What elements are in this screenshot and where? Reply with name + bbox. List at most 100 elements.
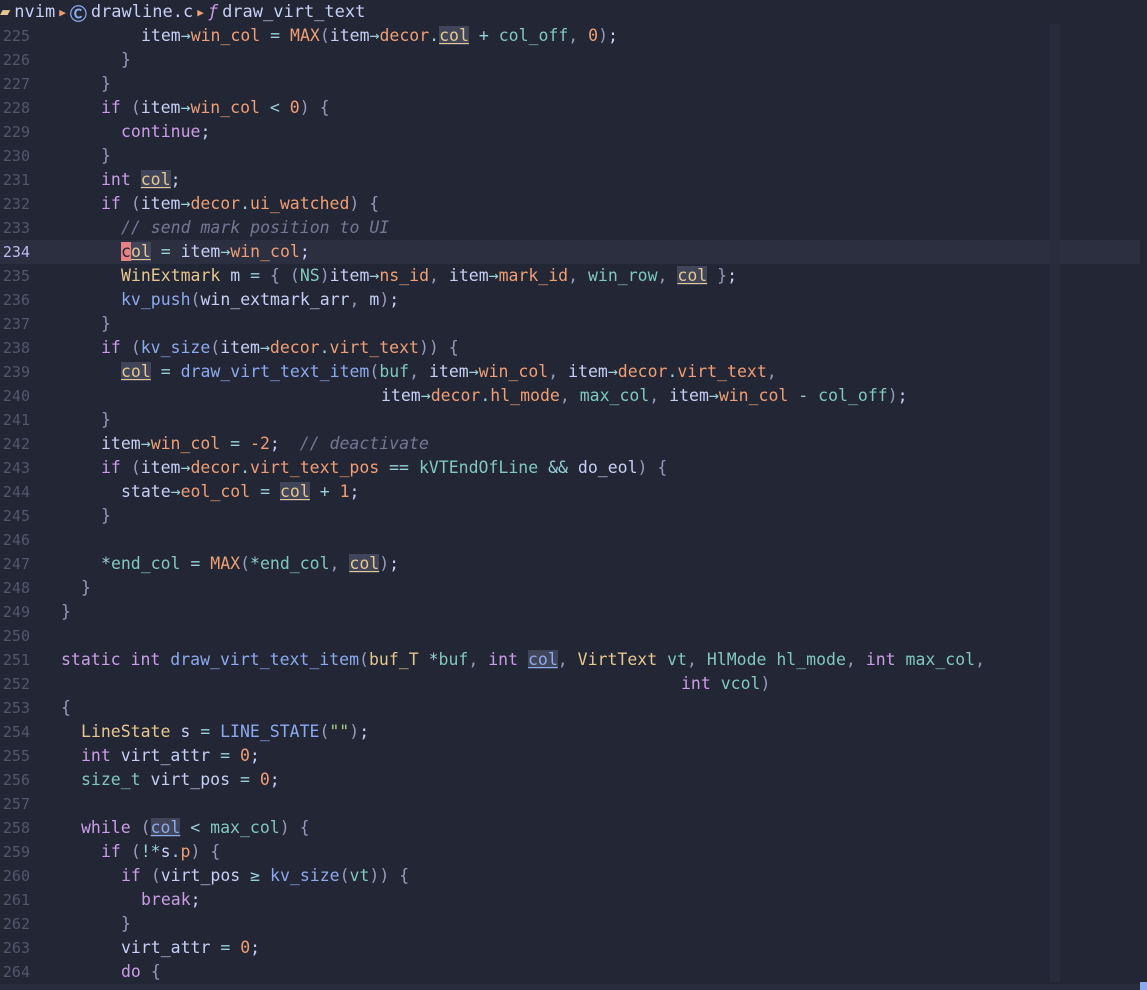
- code-text[interactable]: static int draw_virt_text_item(buf_T *bu…: [61, 648, 985, 672]
- code-line[interactable]: 234 col = item→win_col;: [0, 240, 1140, 264]
- code-text[interactable]: col = draw_virt_text_item(buf, item→win_…: [121, 360, 777, 384]
- code-line[interactable]: 263 virt_attr = 0;: [0, 936, 1140, 960]
- code-line[interactable]: 260 if (virt_pos ≥ kv_size(vt)) {: [0, 864, 1140, 888]
- code-text[interactable]: while (col < max_col) {: [81, 816, 310, 840]
- scrollbar-track[interactable]: [1050, 24, 1060, 982]
- code-token: ;: [269, 770, 280, 789]
- breadcrumb-function[interactable]: draw_virt_text: [222, 2, 365, 22]
- code-text[interactable]: item→win_col = MAX(item→decor.col + col_…: [141, 24, 618, 48]
- code-text[interactable]: *end_col = MAX(*end_col, col);: [101, 552, 399, 576]
- code-token: win_col: [190, 26, 261, 45]
- code-line[interactable]: 238 if (kv_size(item→decor.virt_text)) {: [0, 336, 1140, 360]
- code-token: int: [130, 650, 161, 669]
- code-line[interactable]: 225 item→win_col = MAX(item→decor.col + c…: [0, 24, 1140, 48]
- code-line[interactable]: 229 continue;: [0, 120, 1140, 144]
- code-line[interactable]: 232 if (item→decor.ui_watched) {: [0, 192, 1140, 216]
- code-line[interactable]: 237}: [0, 312, 1140, 336]
- code-token: ;: [269, 434, 280, 453]
- code-text[interactable]: }: [81, 576, 91, 600]
- code-line[interactable]: 239 col = draw_virt_text_item(buf, item→w…: [0, 360, 1140, 384]
- code-text[interactable]: if (item→decor.ui_watched) {: [101, 192, 379, 216]
- code-line[interactable]: 249}: [0, 600, 1140, 624]
- code-text[interactable]: int col;: [101, 168, 181, 192]
- code-token: →: [607, 362, 618, 381]
- code-line[interactable]: 253 {: [0, 696, 1140, 720]
- code-line[interactable]: 230}: [0, 144, 1140, 168]
- code-text[interactable]: // send mark position to UI: [121, 216, 389, 240]
- breadcrumb-project[interactable]: nvim: [14, 2, 55, 22]
- scrollbar-thumb[interactable]: [1140, 982, 1147, 990]
- code-line[interactable]: 256 size_t virt_pos = 0;: [0, 768, 1140, 792]
- code-line[interactable]: 244 state→eol_col = col + 1;: [0, 480, 1140, 504]
- code-line[interactable]: 259 if (!*s.p) {: [0, 840, 1140, 864]
- code-text[interactable]: int vcol): [681, 672, 770, 696]
- code-text[interactable]: col = item→win_col;: [121, 240, 310, 264]
- code-text[interactable]: }: [101, 144, 111, 168]
- code-text[interactable]: if (virt_pos ≥ kv_size(vt)) {: [121, 864, 409, 888]
- code-line[interactable]: 233 // send mark position to UI: [0, 216, 1140, 240]
- code-text[interactable]: virt_attr = 0;: [121, 936, 260, 960]
- code-line[interactable]: 250: [0, 624, 1140, 648]
- code-text[interactable]: }: [121, 48, 131, 72]
- code-token: 0: [239, 746, 250, 765]
- code-text[interactable]: }: [101, 408, 111, 432]
- code-line[interactable]: 262}: [0, 912, 1140, 936]
- code-text[interactable]: }: [101, 312, 111, 336]
- code-line[interactable]: 258 while (col < max_col) {: [0, 816, 1140, 840]
- code-text[interactable]: WinExtmark m = { (NS)item→ns_id, item→ma…: [121, 264, 737, 288]
- code-line[interactable]: 227}: [0, 72, 1140, 96]
- code-line[interactable]: 247 *end_col = MAX(*end_col, col);: [0, 552, 1140, 576]
- line-number: 229: [2, 123, 30, 141]
- code-text[interactable]: }: [121, 912, 131, 936]
- code-line[interactable]: 264 do {: [0, 960, 1140, 984]
- code-text[interactable]: }: [101, 72, 111, 96]
- code-line[interactable]: 240 item→decor.hl_mode, max_col, item→win…: [0, 384, 1140, 408]
- code-line[interactable]: 252 int vcol): [0, 672, 1140, 696]
- code-text[interactable]: }: [61, 600, 71, 624]
- code-text[interactable]: if (item→win_col < 0) {: [101, 96, 330, 120]
- code-line[interactable]: 226}: [0, 48, 1140, 72]
- code-line[interactable]: 235 WinExtmark m = { (NS)item→ns_id, item…: [0, 264, 1140, 288]
- line-number: 232: [2, 195, 30, 213]
- code-text[interactable]: continue;: [121, 120, 210, 144]
- breadcrumb-file[interactable]: drawline.c: [91, 2, 193, 22]
- code-text[interactable]: {: [61, 696, 71, 720]
- line-number: 263: [2, 939, 30, 957]
- code-text[interactable]: if (kv_size(item→decor.virt_text)) {: [101, 336, 459, 360]
- code-editor[interactable]: 225 item→win_col = MAX(item→decor.col + c…: [0, 24, 1147, 984]
- code-line[interactable]: 245}: [0, 504, 1140, 528]
- line-number: 239: [2, 363, 30, 381]
- code-line[interactable]: 254 LineState s = LINE_STATE("");: [0, 720, 1140, 744]
- code-text[interactable]: break;: [141, 888, 201, 912]
- code-line[interactable]: 243 if (item→decor.virt_text_pos == kVTEn…: [0, 456, 1140, 480]
- code-line[interactable]: 231 int col;: [0, 168, 1140, 192]
- code-text[interactable]: size_t virt_pos = 0;: [81, 768, 280, 792]
- code-line[interactable]: 248}: [0, 576, 1140, 600]
- code-line[interactable]: 236 kv_push(win_extmark_arr, m);: [0, 288, 1140, 312]
- code-text[interactable]: do {: [121, 960, 161, 984]
- code-line[interactable]: 246: [0, 528, 1140, 552]
- code-line[interactable]: 242 item→win_col = -2; // deactivate: [0, 432, 1140, 456]
- code-text[interactable]: item→decor.hl_mode, max_col, item→win_co…: [381, 384, 908, 408]
- code-text[interactable]: if (!*s.p) {: [101, 840, 220, 864]
- code-token: col_off: [818, 386, 888, 405]
- code-token: +: [319, 482, 330, 501]
- code-line[interactable]: 255 int virt_attr = 0;: [0, 744, 1140, 768]
- code-text[interactable]: LineState s = LINE_STATE("");: [81, 720, 369, 744]
- code-line[interactable]: 251 static int draw_virt_text_item(buf_T …: [0, 648, 1140, 672]
- code-token: =: [190, 554, 201, 573]
- code-line[interactable]: 241}: [0, 408, 1140, 432]
- code-line[interactable]: 261 break;: [0, 888, 1140, 912]
- code-text[interactable]: state→eol_col = col + 1;: [121, 480, 359, 504]
- code-text[interactable]: int virt_attr = 0;: [81, 744, 260, 768]
- code-line[interactable]: 257: [0, 792, 1140, 816]
- code-line[interactable]: 228 if (item→win_col < 0) {: [0, 96, 1140, 120]
- code-text[interactable]: }: [101, 504, 111, 528]
- code-text[interactable]: item→win_col = -2; // deactivate: [101, 432, 429, 456]
- code-token: if: [121, 866, 141, 885]
- code-text[interactable]: if (item→decor.virt_text_pos == kVTEndOf…: [101, 456, 667, 480]
- code-text[interactable]: kv_push(win_extmark_arr, m);: [121, 288, 399, 312]
